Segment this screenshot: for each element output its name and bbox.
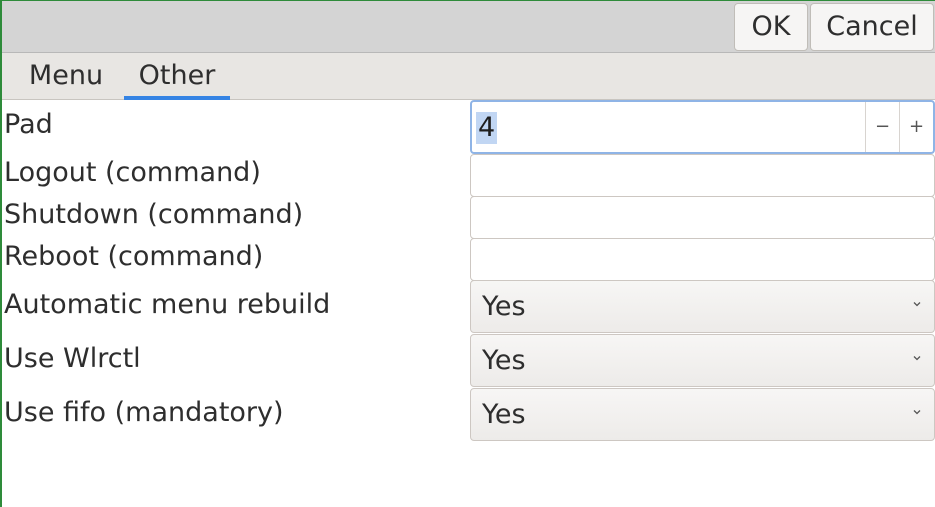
tab-other[interactable]: Other: [124, 53, 230, 100]
wlrctl-label: Use Wlrctl: [4, 343, 141, 374]
fifo-value: Yes: [482, 399, 526, 430]
increment-button[interactable]: +: [899, 102, 933, 152]
decrement-button[interactable]: −: [865, 102, 899, 152]
shutdown-label: Shutdown (command): [4, 199, 304, 230]
shutdown-command-input[interactable]: [470, 196, 935, 239]
logout-label: Logout (command): [4, 157, 261, 188]
wlrctl-dropdown[interactable]: Yes: [470, 334, 935, 387]
menu-rebuild-dropdown[interactable]: Yes: [470, 280, 935, 333]
reboot-label: Reboot (command): [4, 241, 264, 272]
pad-spinbutton[interactable]: 4 − +: [470, 100, 935, 154]
reboot-command-input[interactable]: [470, 238, 935, 281]
pad-value[interactable]: 4: [476, 112, 498, 144]
pad-label: Pad: [4, 109, 53, 140]
menu-rebuild-value: Yes: [482, 291, 526, 322]
chevron-down-icon: [913, 356, 921, 361]
menu-rebuild-label: Automatic menu rebuild: [4, 289, 331, 320]
chevron-down-icon: [913, 302, 921, 307]
ok-button[interactable]: OK: [734, 3, 808, 51]
fifo-dropdown[interactable]: Yes: [470, 388, 935, 441]
tab-bar: Menu Other: [2, 53, 935, 100]
tab-menu[interactable]: Menu: [12, 53, 120, 99]
settings-dialog: OK Cancel Menu Other Pad 4 − + Logout (c…: [0, 0, 935, 507]
fifo-label: Use fifo (mandatory): [4, 397, 284, 428]
wlrctl-value: Yes: [482, 345, 526, 376]
header-bar: OK Cancel: [2, 1, 935, 53]
cancel-button[interactable]: Cancel: [810, 3, 934, 51]
logout-command-input[interactable]: [470, 154, 935, 197]
chevron-down-icon: [913, 410, 921, 415]
